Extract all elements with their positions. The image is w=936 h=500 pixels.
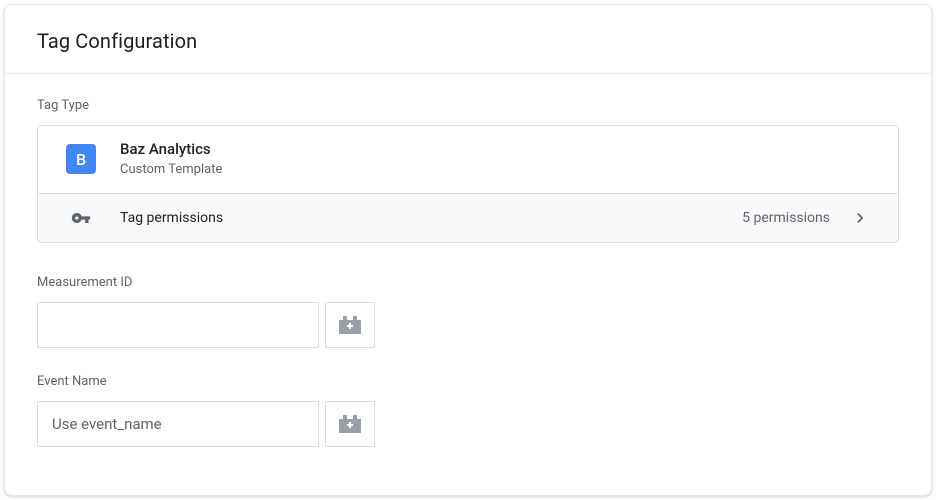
measurement-id-row <box>37 302 899 348</box>
card-title: Tag Configuration <box>37 29 899 53</box>
tag-type-label: Tag Type <box>37 98 899 113</box>
chevron-right-icon <box>850 208 870 228</box>
tag-name: Baz Analytics <box>120 140 222 160</box>
tag-type-row[interactable]: B Baz Analytics Custom Template <box>38 126 898 193</box>
tag-permissions-row[interactable]: Tag permissions 5 permissions <box>38 193 898 242</box>
variable-icon <box>339 316 361 334</box>
tag-icon: B <box>66 144 96 174</box>
tag-subtitle: Custom Template <box>120 161 222 179</box>
tag-text: Baz Analytics Custom Template <box>120 140 222 179</box>
measurement-id-variable-button[interactable] <box>325 302 375 348</box>
event-name-variable-button[interactable] <box>325 401 375 447</box>
tag-icon-letter: B <box>76 150 86 169</box>
tag-configuration-card: Tag Configuration Tag Type B Baz Analyti… <box>4 4 932 496</box>
card-body: Tag Type B Baz Analytics Custom Template… <box>5 74 931 496</box>
event-name-label: Event Name <box>37 374 899 389</box>
permissions-label: Tag permissions <box>120 210 742 226</box>
permissions-count: 5 permissions <box>742 210 830 226</box>
event-name-row <box>37 401 899 447</box>
event-name-input[interactable] <box>37 401 319 447</box>
key-icon <box>66 208 96 228</box>
card-header: Tag Configuration <box>5 5 931 74</box>
measurement-id-label: Measurement ID <box>37 275 899 290</box>
measurement-id-group: Measurement ID <box>37 275 899 348</box>
event-name-group: Event Name <box>37 374 899 447</box>
tag-type-box: B Baz Analytics Custom Template Tag perm… <box>37 125 899 243</box>
variable-icon <box>339 415 361 433</box>
measurement-id-input[interactable] <box>37 302 319 348</box>
